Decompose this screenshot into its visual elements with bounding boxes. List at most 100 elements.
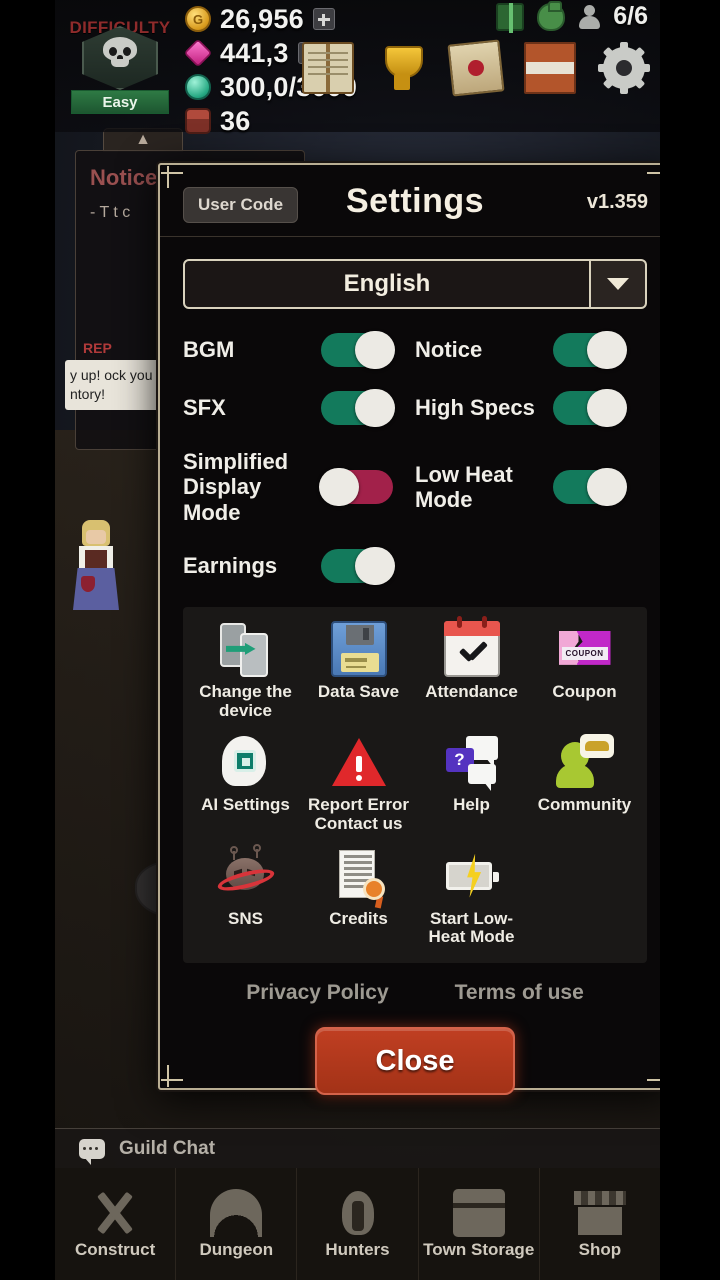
grid-item-label: Start Low-Heat Mode bbox=[428, 908, 515, 947]
currency-value: 36 bbox=[220, 105, 251, 136]
grid-item-label: SNS bbox=[228, 908, 263, 928]
grid-item-label: Community bbox=[537, 795, 632, 815]
grid-item-ai-settings[interactable]: AI Settings bbox=[189, 734, 302, 833]
grid-item-coupon[interactable]: COUPON Coupon bbox=[528, 621, 641, 720]
chevron-down-icon[interactable] bbox=[591, 259, 647, 309]
grid-item-attendance[interactable]: Attendance bbox=[415, 615, 528, 720]
toggle-switch-low-heat[interactable] bbox=[553, 467, 627, 506]
treasure-chest-icon bbox=[185, 108, 211, 134]
nav-item-dungeon[interactable]: Dungeon bbox=[176, 1168, 298, 1280]
grid-item-label: Credits bbox=[329, 908, 388, 928]
settings-icon-grid: Change the device Data Save Attendance C… bbox=[189, 615, 641, 947]
toggle-low-heat[interactable]: Low Heat Mode bbox=[415, 462, 647, 513]
toggle-notice[interactable]: Notice bbox=[415, 331, 647, 369]
grid-item-label: Data Save bbox=[317, 681, 400, 701]
toggle-switch-notice[interactable] bbox=[553, 331, 627, 369]
add-gold-button[interactable] bbox=[312, 8, 335, 30]
nav-label: Shop bbox=[578, 1240, 622, 1260]
toggle-label: SFX bbox=[183, 395, 226, 421]
trophy-icon[interactable] bbox=[376, 42, 428, 94]
community-person-icon bbox=[555, 734, 614, 790]
toggle-switch-bgm[interactable] bbox=[321, 331, 395, 369]
grid-item-credits[interactable]: Credits bbox=[302, 848, 415, 947]
terms-of-use-link[interactable]: Terms of use bbox=[455, 981, 584, 1005]
nav-item-shop[interactable]: Shop bbox=[540, 1168, 660, 1280]
toggle-label: Earnings bbox=[183, 553, 278, 579]
close-button[interactable]: Close bbox=[315, 1027, 515, 1096]
nav-label: Dungeon bbox=[199, 1240, 274, 1260]
toggle-label: Notice bbox=[415, 337, 483, 363]
question-bubble-icon: ? bbox=[444, 734, 500, 792]
grid-item-label: Coupon bbox=[552, 681, 617, 701]
floppy-disk-icon bbox=[330, 620, 387, 677]
legal-links: Privacy Policy Terms of use bbox=[160, 981, 660, 1005]
chest-icon bbox=[452, 1189, 505, 1238]
nav-item-town-storage[interactable]: Town Storage bbox=[419, 1168, 540, 1280]
toggle-label: BGM bbox=[183, 337, 235, 363]
winged-hunter-icon bbox=[332, 1189, 384, 1237]
hud-menu-icons bbox=[302, 39, 650, 97]
hammer-pickaxe-icon bbox=[89, 1189, 141, 1237]
toggle-earnings[interactable]: Earnings bbox=[183, 546, 415, 585]
mail-icon[interactable] bbox=[447, 39, 505, 97]
game-viewport: ▲ Notice - T t c REP y up! ock you ntory… bbox=[55, 0, 660, 1280]
toggle-switch-sfx[interactable] bbox=[321, 389, 395, 427]
toggle-high-specs[interactable]: High Specs bbox=[415, 389, 647, 427]
guild-chat-bar[interactable]: Guild Chat bbox=[55, 1128, 660, 1168]
difficulty-value: Easy bbox=[71, 90, 169, 114]
grid-item-start-low-heat[interactable]: Start Low-Heat Mode bbox=[415, 848, 528, 947]
chat-bubble-icon bbox=[79, 1138, 105, 1165]
grid-item-change-device[interactable]: Change the device bbox=[189, 621, 302, 720]
banner-icon[interactable] bbox=[524, 42, 576, 94]
currency-row[interactable]: 36 bbox=[185, 104, 357, 138]
gear-icon[interactable] bbox=[598, 42, 650, 94]
grid-item-sns[interactable]: SNS bbox=[189, 843, 302, 947]
toggle-simplified-display[interactable]: Simplified Display Mode bbox=[183, 449, 415, 525]
grid-item-empty bbox=[528, 848, 641, 947]
ai-head-chip-icon bbox=[218, 734, 274, 790]
corner-ornament bbox=[159, 1063, 185, 1089]
toggle-switch-earnings[interactable] bbox=[321, 546, 395, 585]
toggle-bgm[interactable]: BGM bbox=[183, 331, 415, 369]
party-count: 6/6 bbox=[613, 2, 648, 30]
toggle-switch-simplified-display[interactable] bbox=[319, 467, 393, 506]
grid-item-label: Change the device bbox=[199, 681, 292, 720]
toggle-sfx[interactable]: SFX bbox=[183, 389, 415, 427]
hud-top-right: 6/6 bbox=[496, 0, 648, 33]
page-title: Settings bbox=[345, 182, 485, 220]
nav-item-hunters[interactable]: Hunters bbox=[297, 1168, 419, 1280]
grid-item-help[interactable]: ? Help bbox=[415, 734, 528, 833]
nav-item-construct[interactable]: Construct bbox=[55, 1168, 177, 1280]
warning-triangle-icon bbox=[331, 734, 387, 790]
battery-bolt-icon bbox=[444, 848, 500, 904]
currency-value: 441,3 bbox=[220, 37, 289, 68]
settings-icon-panel: Change the device Data Save Attendance C… bbox=[183, 606, 647, 964]
coupon-ticket-icon: COUPON bbox=[557, 621, 613, 677]
planet-alien-icon bbox=[215, 843, 276, 904]
toggle-label: Low Heat Mode bbox=[415, 461, 513, 512]
grid-item-label: Help bbox=[453, 795, 490, 815]
currency-row[interactable]: 26,956 bbox=[185, 2, 357, 36]
grid-item-community[interactable]: Community bbox=[528, 734, 641, 833]
grid-item-report-error[interactable]: Report Error Contact us bbox=[302, 734, 415, 833]
arch-gate-icon bbox=[210, 1189, 263, 1238]
nav-label: Town Storage bbox=[423, 1240, 535, 1260]
toggle-switch-high-specs[interactable] bbox=[553, 389, 627, 427]
language-value[interactable]: English bbox=[183, 259, 591, 309]
grid-item-label: AI Settings bbox=[201, 795, 290, 815]
notice-red-tag: REP bbox=[83, 340, 112, 356]
grid-item-data-save[interactable]: Data Save bbox=[302, 620, 415, 720]
toggle-label: High Specs bbox=[415, 395, 535, 421]
book-icon[interactable] bbox=[302, 42, 354, 94]
modal-header: User Code Settings v1.359 bbox=[160, 165, 660, 237]
corner-ornament bbox=[645, 1063, 660, 1089]
privacy-policy-link[interactable]: Privacy Policy bbox=[246, 981, 388, 1005]
money-bag-icon[interactable] bbox=[537, 0, 566, 31]
coupon-ticket-text: COUPON bbox=[561, 646, 608, 660]
toggle-row: Simplified Display Mode Low Heat Mode bbox=[183, 449, 647, 525]
language-selector[interactable]: English bbox=[183, 259, 647, 309]
guild-chat-label: Guild Chat bbox=[119, 1137, 216, 1159]
gift-icon[interactable] bbox=[496, 2, 525, 33]
toggle-row: Earnings bbox=[183, 546, 647, 585]
difficulty-widget[interactable]: DIFFICULTY Easy bbox=[61, 4, 179, 116]
